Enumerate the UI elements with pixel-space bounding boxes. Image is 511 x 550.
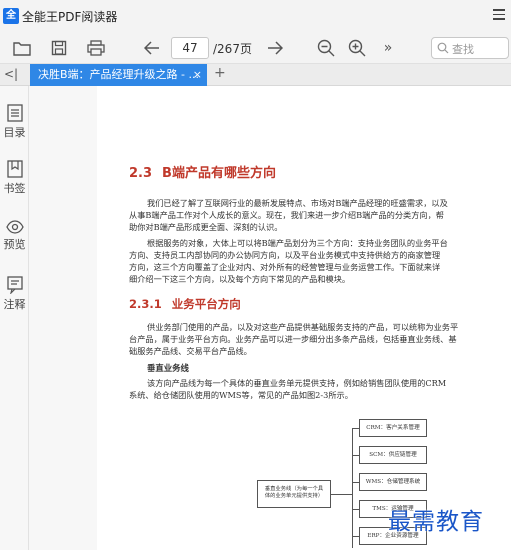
collapse-sidebar-button[interactable]: <|: [4, 67, 18, 81]
close-tab-icon[interactable]: ×: [193, 64, 202, 86]
app-title: 全能王PDF阅读器: [22, 9, 118, 24]
toc-icon: [6, 104, 23, 122]
search-input[interactable]: 查找: [431, 37, 509, 59]
diagram-connector: [352, 509, 359, 510]
diagram-connector: [352, 455, 359, 456]
sidebar-item-label: 目录: [3, 126, 26, 139]
diagram-node: SCM：供应链管理: [359, 446, 427, 464]
document-viewer[interactable]: 2.3 B端产品有哪些方向 我们已经了解了互联网行业的最新发展特点、市场对B端产品…: [29, 86, 511, 550]
diagram-root-node: 垂直业务线（为每一个具 体的业务单元提供支持）: [257, 480, 331, 508]
add-tab-icon[interactable]: +: [214, 65, 226, 81]
sidebar-item-bookmark[interactable]: 书签: [0, 160, 29, 196]
page-number-input[interactable]: 47: [171, 37, 209, 59]
diagram-node: CRM：客户关系管理: [359, 419, 427, 437]
section-heading: 2.3 B端产品有哪些方向: [129, 162, 276, 181]
subsection-number: 2.3.1: [129, 297, 162, 311]
section-number: 2.3: [129, 166, 153, 181]
bookmark-icon: [6, 160, 23, 178]
sidebar-item-toc[interactable]: 目录: [0, 104, 29, 140]
sidebar-item-annotation[interactable]: 注释: [0, 276, 29, 312]
next-page-arrow-icon[interactable]: [265, 38, 285, 58]
paragraph-line: 从事B端产品工作对个人成长的意义。现在，我们来进一步介绍B端产品的分类方向，帮: [129, 210, 444, 220]
paragraph-line: 台产品，属于业务平台方向。业务产品可以进一步细分出多条产品线，包括垂直业务线、基: [129, 334, 457, 344]
subhead: 垂直业务线: [147, 363, 189, 373]
paragraph-line: 供业务部门使用的产品，以及对这些产品提供基础服务支持的产品，可以统称为业务平: [147, 322, 459, 332]
more-chevron-icon[interactable]: »: [378, 38, 398, 58]
sidebar-item-preview[interactable]: 预览: [0, 220, 29, 252]
paragraph-line: 础服务产品线、交易平台产品线。: [129, 346, 252, 356]
tab-row: <| 决胜B端：产品经理升级之路 - ... × +: [0, 64, 511, 86]
diagram-root-line: 垂直业务线（为每一个具: [264, 486, 324, 492]
diagram-connector: [352, 428, 359, 429]
diagram-connector: [352, 482, 359, 483]
zoom-out-icon[interactable]: [316, 38, 336, 58]
paragraph-line: 该方向产品线为每一个具体的垂直业务单元提供支持，例如给销售团队使用的CRM: [147, 378, 447, 388]
paragraph-line: 我们已经了解了互联网行业的最新发展特点、市场对B端产品经理的旺盛需求，以及: [147, 198, 448, 208]
app-logo: 全: [3, 8, 19, 24]
sidebar: 目录 书签 预览 注释: [0, 86, 29, 550]
hamburger-menu-icon[interactable]: [493, 9, 505, 21]
print-icon[interactable]: [86, 38, 106, 58]
diagram-connector: [352, 536, 359, 537]
watermark: 最需教育: [388, 509, 484, 535]
save-icon[interactable]: [49, 38, 69, 58]
subsection-heading: 2.3.1 业务平台方向: [129, 296, 241, 312]
eye-icon: [5, 220, 24, 234]
prev-page-arrow-icon[interactable]: [142, 38, 162, 58]
tab-title: 决胜B端：产品经理升级之路 - ...: [38, 68, 199, 81]
paragraph-line: 系统、给仓储团队使用的WMS等，常见的产品如图2-3所示。: [129, 390, 353, 400]
diagram-connector: [352, 428, 353, 548]
diagram-root-line: 体的业务单元提供支持）: [264, 493, 324, 499]
search-icon: [437, 42, 449, 54]
paragraph-line: 助你对B端产品形成更全面、深刻的认识。: [129, 222, 283, 232]
toolbar: 47 /267页 » 查找: [0, 32, 511, 64]
page-total-label: /267页: [213, 42, 252, 56]
tab-document[interactable]: 决胜B端：产品经理升级之路 - ... ×: [30, 64, 207, 86]
annotation-icon: [6, 276, 23, 294]
title-bar: 全 全能王PDF阅读器: [0, 0, 511, 32]
sidebar-item-label: 注释: [3, 298, 26, 311]
sidebar-item-label: 预览: [3, 238, 26, 251]
open-folder-icon[interactable]: [12, 38, 32, 58]
paragraph-line: 根据服务的对象，大体上可以将B端产品划分为三个方向：支持业务团队的业务平台: [147, 238, 448, 248]
zoom-in-icon[interactable]: [347, 38, 367, 58]
pdf-page: 2.3 B端产品有哪些方向 我们已经了解了互联网行业的最新发展特点、市场对B端产品…: [97, 86, 511, 550]
diagram-connector: [331, 494, 352, 495]
paragraph-line: 细介绍一下这三个方向，以及每个方向下常见的产品和模块。: [129, 274, 351, 284]
paragraph-line: 方向、支持员工内部协同的办公协同方向，以及平台业务模式中支持供给方的商家管理: [129, 250, 441, 260]
search-placeholder: 查找: [452, 43, 474, 56]
subsection-title: 业务平台方向: [171, 297, 241, 311]
diagram-node: WMS：仓储管理系统: [359, 473, 427, 491]
section-title: B端产品有哪些方向: [162, 166, 276, 181]
sidebar-item-label: 书签: [3, 182, 26, 195]
paragraph-line: 方向，这三个方向覆盖了企业对内、对外所有的经营管理与业务运营工作。下面就来详: [129, 262, 441, 272]
